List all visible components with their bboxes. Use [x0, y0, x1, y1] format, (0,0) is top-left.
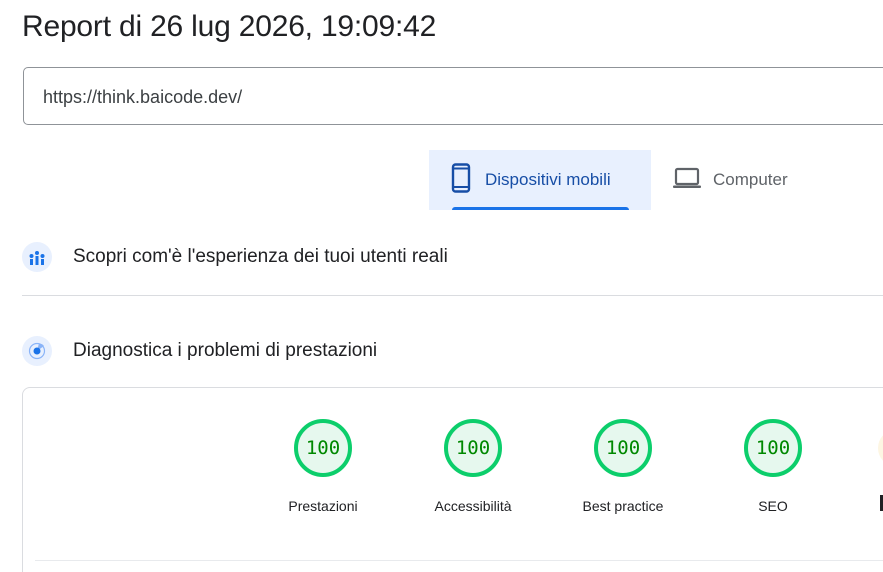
card-divider	[35, 560, 883, 561]
gauge-value: 100	[605, 437, 641, 459]
gauge-ring: 100	[444, 419, 502, 477]
gauge-value: 100	[455, 437, 491, 459]
score-gauge-seo[interactable]: 100 SEO	[718, 419, 828, 514]
field-data-section-header[interactable]: Scopri com'è l'esperienza dei tuoi utent…	[22, 242, 448, 272]
users-chart-icon	[22, 242, 52, 272]
lighthouse-icon	[22, 336, 52, 366]
tab-mobile[interactable]: Dispositivi mobili	[429, 150, 651, 210]
url-input[interactable]: https://think.baicode.dev/	[23, 67, 883, 125]
field-data-title: Scopri com'è l'esperienza dei tuoi utent…	[73, 246, 448, 267]
gauge-value: 100	[305, 437, 341, 459]
gauge-ring: 100	[744, 419, 802, 477]
gauge-value: 100	[755, 437, 791, 459]
url-text: https://think.baicode.dev/	[43, 87, 243, 107]
diagnostics-section-header[interactable]: Diagnostica i problemi di prestazioni	[22, 336, 377, 366]
gauge-ring: 100	[594, 419, 652, 477]
tab-desktop[interactable]: Computer	[664, 150, 883, 210]
gauge-label: SEO	[758, 498, 788, 514]
smartphone-icon	[451, 162, 471, 198]
pagespeed-report-page: Report di 26 lug 2026, 19:09:42 https://…	[0, 0, 883, 572]
laptop-icon	[672, 166, 702, 195]
diagnostics-title: Diagnostica i problemi di prestazioni	[73, 340, 378, 361]
score-gauge-accessibility[interactable]: 100 Accessibilità	[418, 419, 528, 514]
tab-selected-indicator	[452, 207, 629, 210]
score-gauge-performance[interactable]: 100 Prestazioni	[268, 419, 378, 514]
report-title: Report di 26 lug 2026, 19:09:42	[22, 10, 437, 43]
score-gauge-best-practices[interactable]: 100 Best practice	[568, 419, 678, 514]
gauge-label: Best practice	[582, 498, 664, 514]
tab-mobile-label: Dispositivi mobili	[485, 170, 611, 189]
tab-desktop-label: Computer	[713, 170, 788, 189]
gauge-label: Accessibilità	[434, 498, 512, 514]
gauge-ring: 100	[294, 419, 352, 477]
gauge-label: Prestazioni	[288, 498, 358, 514]
section-divider	[22, 295, 883, 296]
